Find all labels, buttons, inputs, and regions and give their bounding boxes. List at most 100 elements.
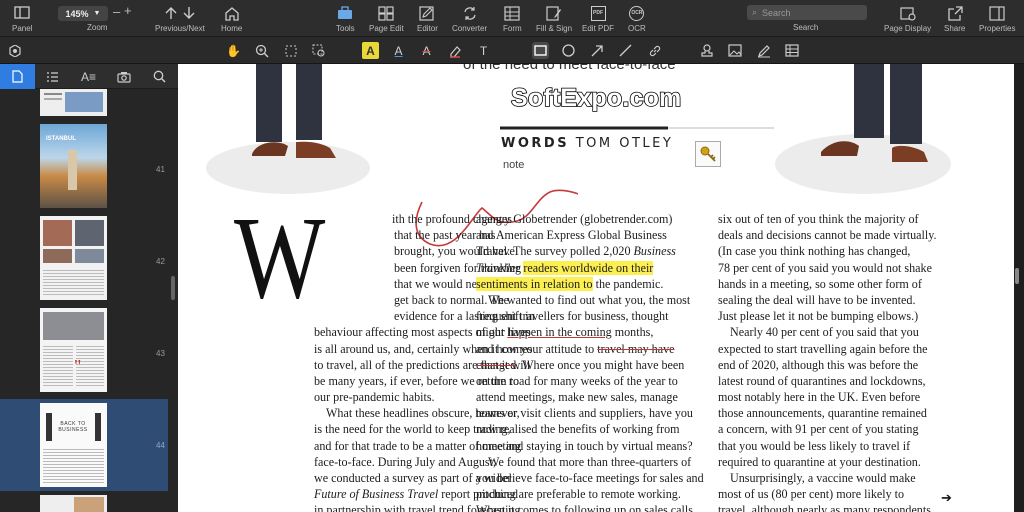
settings-icon[interactable] [6,42,23,59]
byline-prefix: WORDS [501,136,570,151]
page-thumbnail[interactable] [40,216,107,300]
fill-sign-label: Fill & Sign [536,24,573,33]
text-line: latest round of quarantines and lockdown… [718,373,926,388]
select-icon[interactable] [282,42,299,59]
sidebar-tabs: A≡ [0,64,178,89]
page-thumbnail[interactable] [40,89,107,116]
text-line: Traveller readers worldwide on their [476,260,654,275]
page-scrollbar[interactable] [1015,268,1019,284]
edit-document-icon [419,3,435,23]
share-icon [947,3,963,23]
search-icon [153,70,166,83]
text-line: pitching are preferable to remote workin… [476,487,681,502]
home-button[interactable]: Home [221,3,242,33]
eraser-icon[interactable] [446,42,463,59]
text-line: 78 per cent of you said you would not sh… [718,260,932,275]
properties-icon [989,3,1005,23]
home-icon [224,3,240,23]
page-number: 41 [156,165,165,174]
text-line: might happen in the coming months, [476,325,654,340]
fill-sign-button[interactable]: Fill & Sign [536,3,572,33]
watermark: SoftExpo.com [510,83,682,113]
text-line: changed. Where once you might have been [476,357,685,372]
circle-icon[interactable] [560,42,577,59]
rectangle-icon[interactable] [532,42,549,59]
stamp-icon[interactable] [698,42,715,59]
text-icon[interactable]: T [475,42,492,59]
text-line: agency Globetrender (globetrender.com) [476,212,673,226]
search-icon: ⌕ [752,7,758,17]
tab-page-thumbnails[interactable] [0,64,35,89]
strikeout-icon[interactable]: A [418,42,435,59]
zoom-out-button[interactable]: – [113,4,120,19]
search-placeholder: Search [762,7,791,18]
sidebar-scrollbar[interactable] [171,276,175,300]
text-line: on the road for many weeks of the year t… [476,373,678,388]
previous-next-button[interactable]: Previous/Next [155,3,205,33]
edit-pdf-button[interactable]: PDF Edit PDF [582,3,614,33]
underlined-text[interactable]: happen in the coming [507,325,611,339]
page-edit-label: Page Edit [369,24,404,33]
panel-label: Panel [12,24,33,33]
tab-search[interactable] [142,64,177,89]
share-button[interactable]: Share [944,3,965,33]
area-select-icon[interactable] [310,42,327,59]
byline-name: TOM OTLEY [575,136,674,151]
image-icon[interactable] [726,42,743,59]
tab-outline[interactable] [35,64,70,89]
text-color-icon[interactable]: A [390,42,407,59]
search-label: Search [793,23,819,32]
highlight-icon[interactable]: A [362,42,379,59]
text-line: sealing the deal will have to be invente… [718,292,916,307]
key-icon[interactable] [695,141,721,167]
tools-button[interactable]: Tools [336,3,355,33]
previous-next-label: Previous/Next [155,24,205,33]
tab-snapshot[interactable] [106,64,141,89]
table-icon[interactable] [783,42,800,59]
converter-button[interactable]: Converter [452,3,487,33]
continue-arrow-icon: ➔ [941,490,952,505]
properties-button[interactable]: Properties [979,3,1015,33]
page-number: 44 [156,441,165,450]
page-thumbnail[interactable] [40,495,107,512]
page-thumbnail-current[interactable]: BACK TO BUSINESS [40,403,107,487]
text-line: home and staying in touch by virtual mea… [476,438,693,453]
page-display-button[interactable]: Page Display [884,3,931,33]
page-thumbnail[interactable]: " [40,308,107,392]
zoom-in-icon[interactable] [253,42,270,59]
list-icon [47,71,58,82]
pdf-reader-window: Panel 145% ▼ – + Zoom Previous/Next Home … [0,0,1024,512]
convert-icon [462,3,478,23]
page-thumbnail[interactable]: ISTANBUL [40,124,107,208]
page-grid-icon [378,3,394,23]
text-line: hands in a meeting, so some other form o… [718,276,922,291]
text-line: now realised the benefits of working fro… [476,422,680,437]
zoom-select[interactable]: 145% ▼ [58,6,108,21]
converter-label: Converter [452,24,488,33]
chevron-down-icon: ▼ [93,10,101,17]
ocr-button[interactable]: OCR OCR [628,3,646,33]
page-edit-button[interactable]: Page Edit [369,3,404,33]
text-line: Travel. The survey polled 2,020 Business [476,244,676,259]
highlighted-text[interactable]: readers worldwide on their [523,260,654,275]
search-input[interactable]: ⌕ Search [747,5,867,20]
editor-button[interactable]: Editor [417,3,438,33]
line-icon[interactable] [617,42,634,59]
hand-icon[interactable]: ✋ [225,42,242,59]
link-icon[interactable] [646,42,663,59]
thumbnail-list: ISTANBUL 41 42 " 43 BACK TO BUSINESS 44 [0,89,178,512]
strikethrough-text[interactable]: travel may have [597,342,674,356]
form-button[interactable]: Form [503,3,522,33]
text-line: most of us (80 per cent) more likely to [718,487,905,502]
arrow-icon[interactable] [589,42,606,59]
signature-icon[interactable] [755,42,772,59]
text-line: those announcements, quarantine remained [718,406,927,421]
highlighted-text[interactable]: sentiments in relation to [476,276,593,291]
main-toolbar: Panel 145% ▼ – + Zoom Previous/Next Home … [0,0,1024,37]
tab-text-style[interactable]: A≡ [71,64,106,89]
zoom-in-button[interactable]: + [124,3,132,18]
panel-button[interactable]: Panel [12,3,32,33]
strikethrough-text[interactable]: changed [476,358,516,372]
text-line: When it comes to following up on sales c… [476,503,696,512]
text-line: frequent travellers for business, though… [476,309,669,324]
